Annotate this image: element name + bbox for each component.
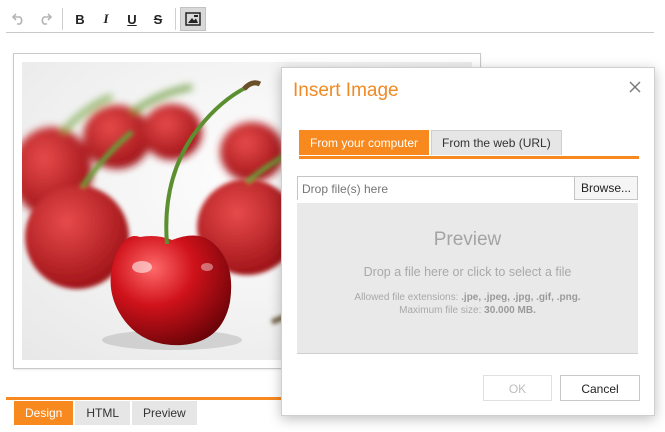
preview-hint: Drop a file here or click to select a fi… — [363, 265, 572, 279]
toolbar-separator — [62, 8, 63, 30]
close-button[interactable] — [628, 80, 642, 94]
tab-design[interactable]: Design — [14, 401, 74, 425]
redo-icon — [41, 13, 52, 25]
tab-html[interactable]: HTML — [75, 401, 131, 425]
tab-preview[interactable]: Preview — [132, 401, 197, 425]
strikethrough-button[interactable]: S — [145, 7, 171, 31]
file-upload-row: Browse... — [297, 176, 638, 201]
max-file-size-label: Maximum file size: — [399, 305, 482, 316]
max-file-size: Maximum file size: 30.000 MB. — [297, 305, 638, 316]
bold-button[interactable]: B — [67, 7, 93, 31]
undo-icon — [12, 13, 23, 25]
ok-button[interactable]: OK — [483, 375, 552, 401]
insert-image-button[interactable] — [180, 7, 206, 31]
undo-button[interactable] — [6, 7, 32, 31]
preview-dropzone[interactable]: Preview Drop a file here or click to sel… — [297, 203, 638, 354]
max-file-size-value: 30.000 MB. — [484, 305, 536, 316]
image-icon — [185, 12, 201, 26]
browse-button[interactable]: Browse... — [574, 177, 637, 199]
editor-mode-bar — [6, 397, 296, 400]
cancel-button[interactable]: Cancel — [560, 375, 640, 401]
file-drop-input[interactable] — [298, 177, 574, 201]
source-tabs: From your computer From the web (URL) — [299, 130, 639, 159]
tab-from-computer[interactable]: From your computer — [299, 130, 430, 155]
toolbar-separator — [175, 8, 176, 30]
dialog-title: Insert Image — [293, 80, 399, 101]
editor-toolbar: B I U S — [6, 6, 654, 33]
italic-button[interactable]: I — [93, 7, 119, 31]
preview-title: Preview — [433, 229, 502, 250]
allowed-extensions-label: Allowed file extensions: — [354, 292, 459, 303]
underline-button[interactable]: U — [119, 7, 145, 31]
allowed-extensions-value: .jpe, .jpeg, .jpg, .gif, .png. — [461, 292, 581, 303]
allowed-extensions: Allowed file extensions: .jpe, .jpeg, .j… — [297, 292, 638, 303]
tab-from-web[interactable]: From the web (URL) — [431, 130, 562, 155]
close-icon — [629, 81, 641, 93]
redo-button[interactable] — [32, 7, 58, 31]
editor-mode-tabs: Design HTML Preview — [14, 401, 199, 425]
insert-image-dialog: Insert Image From your computer From the… — [281, 67, 655, 416]
